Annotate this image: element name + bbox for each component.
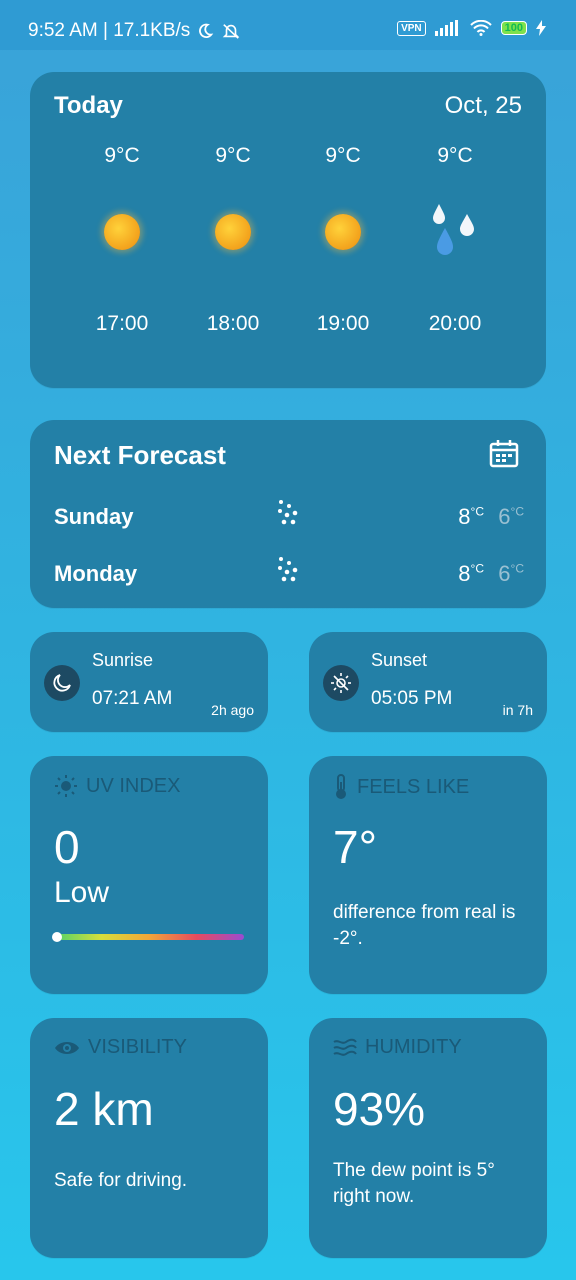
wind-waves-icon <box>333 1038 357 1056</box>
hourly-item: 9°C 20:00 <box>405 144 505 336</box>
uv-header: UV INDEX <box>54 774 180 798</box>
hourly-temp: 9°C <box>325 144 361 167</box>
hourly-item: 9°C 18:00 <box>183 144 283 336</box>
forecast-high-value: 8 <box>458 561 471 586</box>
sunrise-icon-circle <box>44 665 80 701</box>
moon-icon <box>53 674 71 692</box>
rain-icon <box>278 557 298 582</box>
today-title: Today <box>54 92 123 119</box>
hourly-time: 20:00 <box>428 312 482 335</box>
humidity-card: HUMIDITY 93% The dew point is 5° right n… <box>309 1018 547 1258</box>
sun-icon <box>104 214 140 250</box>
hourly-time: 19:00 <box>316 312 370 335</box>
forecast-row: Sunday 8°C 6°C <box>54 500 524 534</box>
hourly-time: 18:00 <box>206 312 260 335</box>
feels-like-value: 7° <box>333 821 377 873</box>
hourly-temp: 9°C <box>104 144 140 167</box>
sun-icon <box>325 214 361 250</box>
sunrise-card: Sunrise 07:21 AM 2h ago <box>30 632 268 732</box>
status-left: 9:52 AM | 17.1KB/s <box>28 20 242 42</box>
humidity-header: HUMIDITY <box>333 1036 462 1059</box>
uv-value: 0 <box>54 821 80 873</box>
uv-indicator <box>52 932 62 942</box>
forecast-unit: °C <box>470 504 484 519</box>
charging-icon <box>536 20 546 36</box>
status-time-speed: 9:52 AM | 17.1KB/s <box>28 20 191 41</box>
next-forecast-card: Next Forecast Sunday 8°C 6°C Monday 8°C … <box>30 420 546 608</box>
visibility-value: 2 km <box>54 1083 154 1135</box>
sunset-time: 05:05 PM <box>371 688 453 709</box>
sunset-icon-circle <box>323 665 359 701</box>
sunrise-relative: 2h ago <box>211 702 254 718</box>
moon-icon <box>199 23 214 39</box>
forecast-unit: °C <box>510 504 524 519</box>
hourly-item: 9°C 17:00 <box>72 144 172 336</box>
hourly-time: 17:00 <box>95 312 149 335</box>
forecast-high-value: 8 <box>458 504 471 529</box>
forecast-low: 6°C <box>498 504 524 530</box>
status-bar: 9:52 AM | 17.1KB/s VPN 100 <box>0 0 576 50</box>
forecast-day: Monday <box>54 561 138 586</box>
forecast-unit: °C <box>470 561 484 576</box>
battery-icon: 100 <box>500 21 527 35</box>
forecast-day: Sunday <box>54 504 134 529</box>
sunrise-time: 07:21 AM <box>92 688 173 709</box>
feels-like-header: FEELS LIKE <box>333 774 469 800</box>
sun-icon <box>215 214 251 250</box>
rain-icon <box>278 500 298 525</box>
visibility-label: VISIBILITY <box>88 1036 187 1058</box>
vpn-badge: VPN <box>397 20 426 36</box>
calendar-icon[interactable] <box>488 438 520 470</box>
uv-scale-bar <box>52 932 244 942</box>
forecast-unit: °C <box>510 561 524 576</box>
sunset-relative: in 7h <box>502 702 533 718</box>
feels-like-label: FEELS LIKE <box>357 775 470 798</box>
hourly-temp: 9°C <box>437 144 473 167</box>
forecast-row: Monday 8°C 6°C <box>54 557 524 591</box>
status-right: VPN 100 <box>397 20 546 36</box>
uv-label: UV INDEX <box>86 774 181 797</box>
visibility-header: VISIBILITY <box>54 1036 187 1059</box>
signal-icon <box>434 20 458 36</box>
today-date: Oct, 25 <box>444 92 522 119</box>
forecast-low-value: 6 <box>498 561 511 586</box>
eye-icon <box>55 1041 79 1054</box>
uv-index-card: UV INDEX 0 Low <box>30 756 268 994</box>
hourly-temp: 9°C <box>215 144 251 167</box>
visibility-description: Safe for driving. <box>54 1170 188 1191</box>
wifi-icon <box>469 20 492 36</box>
forecast-high: 8°C <box>458 504 484 530</box>
mute-bell-icon <box>223 24 240 39</box>
sunrise-label: Sunrise <box>92 650 154 670</box>
visibility-card: VISIBILITY 2 km Safe for driving. <box>30 1018 268 1258</box>
forecast-low-value: 6 <box>498 504 511 529</box>
next-forecast-title: Next Forecast <box>54 440 226 470</box>
sun-off-icon <box>331 673 351 693</box>
humidity-description: The dew point is 5° right now. <box>333 1160 495 1207</box>
rain-drops-icon <box>433 204 474 255</box>
humidity-value: 93% <box>333 1083 426 1135</box>
today-card: Today Oct, 25 9°C 17:00 9°C 18:00 9°C 19… <box>30 72 546 388</box>
forecast-high: 8°C <box>458 561 484 587</box>
thermometer-icon <box>336 774 346 799</box>
hourly-item: 9°C 19:00 <box>293 144 393 336</box>
humidity-label: HUMIDITY <box>365 1036 462 1058</box>
sunset-card: Sunset 05:05 PM in 7h <box>309 632 547 732</box>
feels-like-description: difference from real is -2°. <box>333 902 516 949</box>
feels-like-card: FEELS LIKE 7° difference from real is -2… <box>309 756 547 994</box>
sun-outline-icon <box>55 775 77 797</box>
uv-level: Low <box>54 876 110 909</box>
forecast-low: 6°C <box>498 561 524 587</box>
sunset-label: Sunset <box>371 650 428 670</box>
